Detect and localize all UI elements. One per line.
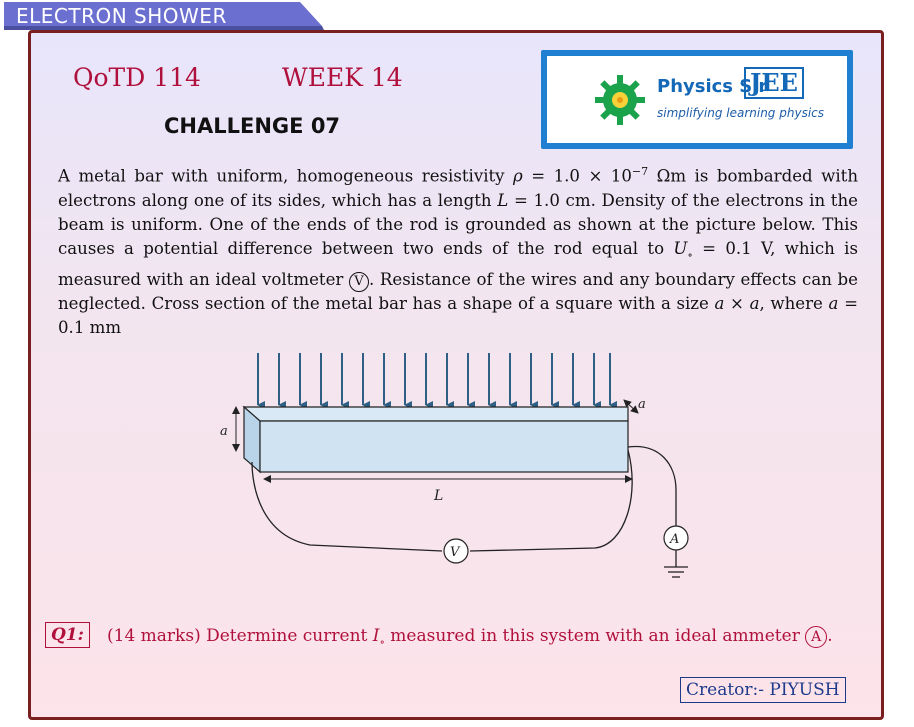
week-number: WEEK 14 — [282, 63, 403, 92]
ammeter-symbol: A — [805, 626, 828, 648]
gear-icon — [595, 75, 645, 125]
circuit-diagram: a a L V A — [220, 353, 689, 578]
problem-statement: A metal bar with uniform, homogeneous re… — [58, 165, 859, 338]
label-a-left: a — [220, 424, 228, 439]
qotd-number: QoTD 114 — [73, 63, 201, 92]
label-a-right: a — [638, 397, 646, 412]
creator-credit: Creator:- PIYUSH — [680, 677, 846, 703]
electron-beam-arrows — [257, 353, 617, 409]
logo-jee: JEE — [744, 67, 804, 99]
metal-bar — [242, 405, 629, 474]
challenge-heading: CHALLENGE 07 — [164, 114, 341, 138]
voltmeter-symbol: V — [348, 271, 369, 292]
question-text: (14 marks) Determine current I∘ measured… — [107, 626, 833, 649]
label-L: L — [433, 488, 443, 504]
header-title: ELECTRON SHOWER — [16, 4, 227, 28]
voltmeter-label: V — [450, 545, 461, 560]
brand-logo: Physics Sir JEE simplifying learning phy… — [541, 50, 853, 149]
ammeter-label: A — [669, 532, 679, 547]
logo-tagline: simplifying learning physics — [657, 106, 824, 120]
question-label: Q1: — [45, 622, 90, 648]
